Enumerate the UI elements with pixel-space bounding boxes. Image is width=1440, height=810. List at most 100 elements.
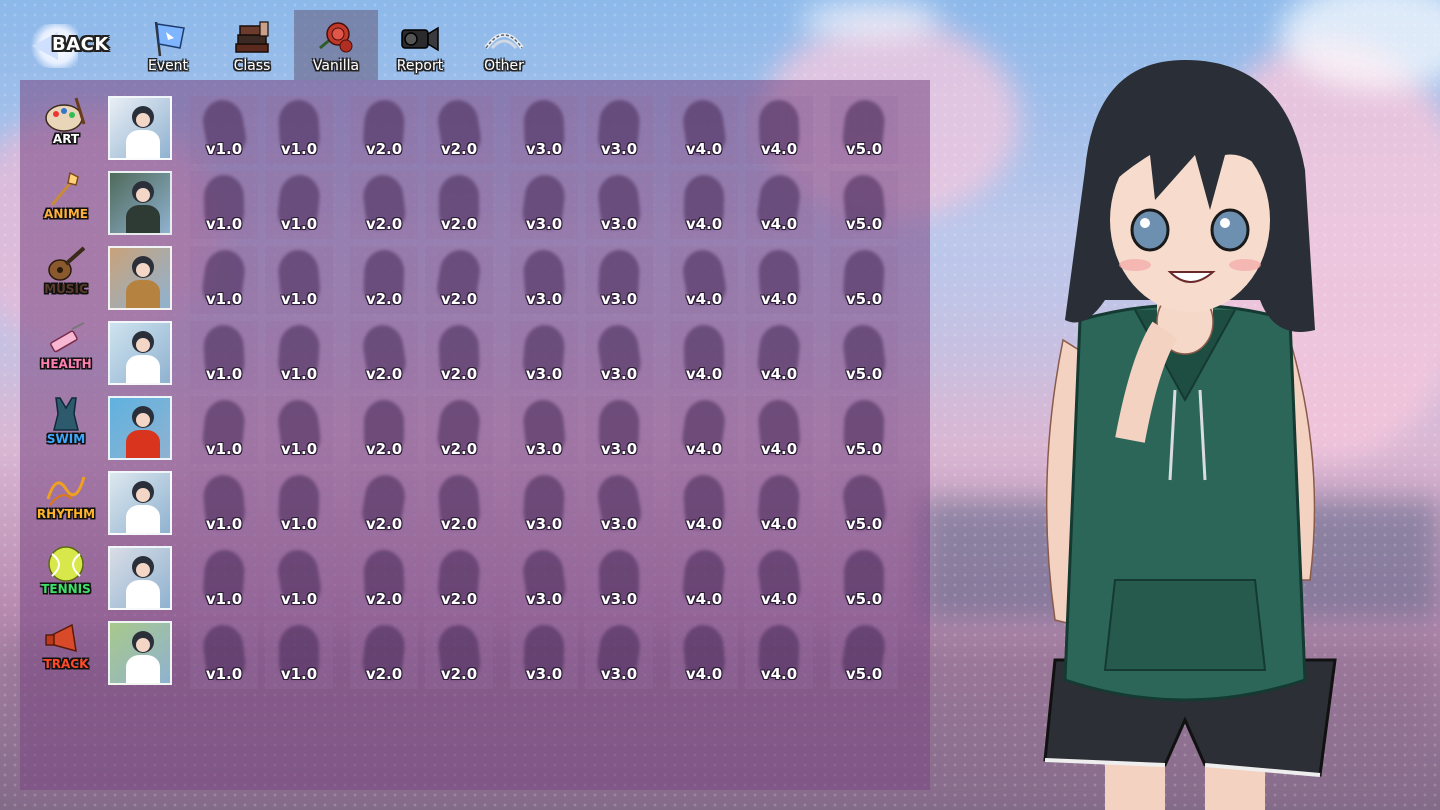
scene-slot[interactable]: v1.0 [265,246,333,314]
scene-slot[interactable]: v4.0 [670,546,738,614]
scene-slot[interactable]: v2.0 [425,246,493,314]
scene-slot[interactable]: v4.0 [670,246,738,314]
scene-slot[interactable]: v3.0 [585,171,653,239]
scene-slot[interactable]: v3.0 [585,546,653,614]
scene-slot[interactable]: v3.0 [510,396,578,464]
scene-slot[interactable]: v3.0 [585,396,653,464]
scene-thumbnail[interactable] [108,96,172,160]
scene-thumbnail[interactable] [108,321,172,385]
scene-slot[interactable]: v3.0 [510,471,578,539]
tab-class[interactable]: Class [210,10,294,80]
scene-slot[interactable]: v1.0 [265,321,333,389]
scene-slot[interactable]: v2.0 [425,96,493,164]
scene-slot[interactable]: v4.0 [745,171,813,239]
scene-slot[interactable]: v3.0 [585,471,653,539]
scene-slot[interactable]: v4.0 [670,396,738,464]
scene-slot[interactable]: v3.0 [585,96,653,164]
scene-slot[interactable]: v3.0 [510,171,578,239]
back-button[interactable]: BACK [26,20,116,70]
scene-slot[interactable]: v2.0 [350,621,418,689]
scene-slot[interactable]: v5.0 [830,171,898,239]
scene-slot[interactable]: v1.0 [265,471,333,539]
scene-slot[interactable]: v2.0 [425,396,493,464]
scene-slot[interactable]: v4.0 [745,621,813,689]
scene-slot[interactable]: v5.0 [830,396,898,464]
scene-thumbnail[interactable] [108,171,172,235]
scene-slot[interactable]: v1.0 [190,321,258,389]
scene-slot[interactable]: v2.0 [425,471,493,539]
scene-slot[interactable]: v1.0 [265,621,333,689]
scene-slot[interactable]: v1.0 [265,396,333,464]
scene-slot[interactable]: v1.0 [190,621,258,689]
scene-slot[interactable]: v5.0 [830,321,898,389]
scene-slot[interactable]: v3.0 [585,246,653,314]
scene-slot[interactable]: v1.0 [265,96,333,164]
scene-slot[interactable]: v1.0 [190,171,258,239]
scene-slot[interactable]: v4.0 [745,546,813,614]
scene-slot[interactable]: v4.0 [745,96,813,164]
category-art[interactable]: ART [32,94,100,154]
tab-label: Vanilla [312,58,360,74]
scene-slot[interactable]: v3.0 [510,246,578,314]
scene-slot[interactable]: v4.0 [670,621,738,689]
scene-slot[interactable]: v1.0 [190,246,258,314]
scene-slot[interactable]: v3.0 [510,321,578,389]
scene-slot[interactable]: v4.0 [670,96,738,164]
category-track[interactable]: TRACK [32,619,100,679]
scene-slot[interactable]: v2.0 [425,321,493,389]
scene-slot[interactable]: v1.0 [190,546,258,614]
version-label: v3.0 [600,665,638,683]
scene-slot[interactable]: v4.0 [745,321,813,389]
scene-slot[interactable]: v4.0 [670,321,738,389]
scene-slot[interactable]: v2.0 [350,171,418,239]
scene-slot[interactable]: v5.0 [830,471,898,539]
scene-slot[interactable]: v1.0 [190,96,258,164]
scene-slot[interactable]: v5.0 [830,621,898,689]
scene-thumbnail[interactable] [108,246,172,310]
scene-slot[interactable]: v2.0 [350,471,418,539]
scene-slot[interactable]: v5.0 [830,546,898,614]
scene-slot[interactable]: v1.0 [190,471,258,539]
category-music[interactable]: MUSIC [32,244,100,304]
tab-event[interactable]: Event [126,10,210,80]
scene-slot[interactable]: v3.0 [510,96,578,164]
scene-slot[interactable]: v1.0 [190,396,258,464]
scene-thumbnail[interactable] [108,546,172,610]
scene-slot[interactable]: v2.0 [350,321,418,389]
scene-slot[interactable]: v2.0 [350,396,418,464]
scene-slot[interactable]: v5.0 [830,246,898,314]
scene-slot[interactable]: v4.0 [670,471,738,539]
scene-slot[interactable]: v3.0 [585,621,653,689]
category-tennis[interactable]: TENNIS [32,544,100,604]
scene-slot[interactable]: v5.0 [830,96,898,164]
scene-slot[interactable]: v3.0 [510,621,578,689]
scene-slot[interactable]: v2.0 [350,246,418,314]
category-rhythm[interactable]: RHYTHM [32,469,100,529]
scene-slot[interactable]: v2.0 [350,546,418,614]
gallery-row-track: TRACK v1.0 v1.0 v2.0 v2.0 v3.0 v3.0 v4.0 v4.0 v5.… [20,605,930,689]
category-label: TRACK [43,657,89,671]
scene-slot[interactable]: v4.0 [670,171,738,239]
scene-slot[interactable]: v4.0 [745,246,813,314]
version-label: v2.0 [440,665,478,683]
category-health[interactable]: HEALTH [32,319,100,379]
category-anime[interactable]: ANIME [32,169,100,229]
scene-slot[interactable]: v1.0 [265,171,333,239]
scene-slot[interactable]: v4.0 [745,471,813,539]
scene-slot[interactable]: v2.0 [425,621,493,689]
flag-icon [154,21,185,57]
scene-slot[interactable]: v2.0 [350,96,418,164]
tab-report[interactable]: Report [378,10,462,80]
scene-thumbnail[interactable] [108,621,172,685]
scene-slot[interactable]: v4.0 [745,396,813,464]
tab-other[interactable]: Other [462,10,546,80]
scene-thumbnail[interactable] [108,396,172,460]
scene-slot[interactable]: v2.0 [425,546,493,614]
scene-slot[interactable]: v2.0 [425,171,493,239]
tab-vanilla[interactable]: Vanilla [294,10,378,80]
scene-slot[interactable]: v3.0 [585,321,653,389]
category-swim[interactable]: SWIM [32,394,100,454]
scene-thumbnail[interactable] [108,471,172,535]
scene-slot[interactable]: v1.0 [265,546,333,614]
scene-slot[interactable]: v3.0 [510,546,578,614]
